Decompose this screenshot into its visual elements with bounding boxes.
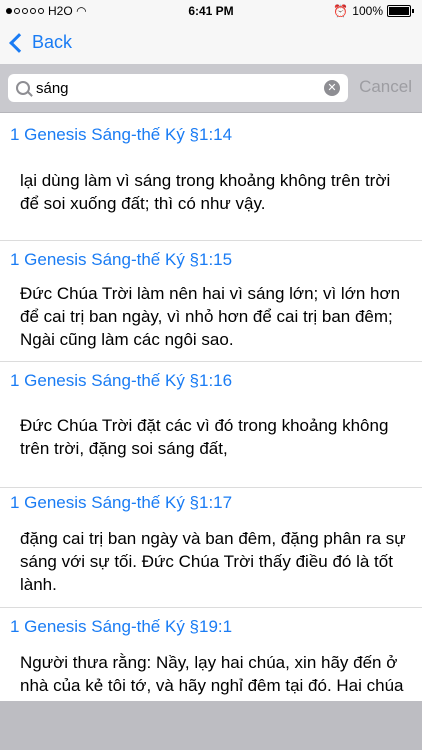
result-text: đặng cai trị ban ngày và ban đêm, đặng p… xyxy=(20,529,406,594)
result-text: Đức Chúa Trời làm nên hai vì sáng lớn; v… xyxy=(20,284,401,349)
clear-search-icon[interactable]: ✕ xyxy=(324,80,340,96)
result-item[interactable]: 1 Genesis Sáng-thế Ký §1:16 Đức Chúa Trờ… xyxy=(0,361,422,488)
search-field[interactable]: ✕ xyxy=(8,74,348,102)
result-reference[interactable]: 1 Genesis Sáng-thế Ký §1:14 xyxy=(10,125,232,145)
result-reference[interactable]: 1 Genesis Sáng-thế Ký §1:16 xyxy=(10,371,232,391)
result-text: lại dùng làm vì sáng trong khoảng không … xyxy=(20,171,391,213)
search-icon xyxy=(16,81,30,95)
result-item[interactable]: 1 Genesis Sáng-thế Ký §1:15 Đức Chúa Trờ… xyxy=(0,240,422,362)
search-results-list: 1 Genesis Sáng-thế Ký §1:14 lại dùng làm… xyxy=(0,113,422,701)
battery-icon xyxy=(387,5,411,17)
battery-tip xyxy=(412,9,414,13)
result-reference[interactable]: 1 Genesis Sáng-thế Ký §19:1 xyxy=(10,617,232,637)
result-item[interactable]: 1 Genesis Sáng-thế Ký §1:17 đặng cai trị… xyxy=(0,487,422,608)
alarm-icon: ⏰ xyxy=(333,4,349,18)
battery-area: ⏰ 100% xyxy=(333,4,414,18)
back-label: Back xyxy=(32,32,73,52)
battery-percent: 100% xyxy=(352,4,383,18)
result-text: Người thưa rằng: Nầy, lạy hai chúa, xin … xyxy=(20,653,404,701)
result-reference[interactable]: 1 Genesis Sáng-thế Ký §1:17 xyxy=(10,493,232,513)
result-item[interactable]: 1 Genesis Sáng-thế Ký §19:1 Người thưa r… xyxy=(0,607,422,701)
back-button[interactable]: Back xyxy=(9,32,73,53)
result-item[interactable]: 1 Genesis Sáng-thế Ký §1:14 lại dùng làm… xyxy=(0,113,422,241)
status-bar: H2O ◠ 6:41 PM ⏰ 100% xyxy=(0,0,422,22)
cancel-button[interactable]: Cancel xyxy=(359,77,412,97)
bottom-toolbar xyxy=(0,701,422,750)
search-bar: ✕ Cancel xyxy=(0,64,422,113)
search-input[interactable] xyxy=(36,78,316,98)
result-text: Đức Chúa Trời đặt các vì đó trong khoảng… xyxy=(20,416,389,458)
result-reference[interactable]: 1 Genesis Sáng-thế Ký §1:15 xyxy=(10,250,232,270)
navigation-bar: Back xyxy=(0,22,422,64)
chevron-left-icon xyxy=(9,33,29,53)
